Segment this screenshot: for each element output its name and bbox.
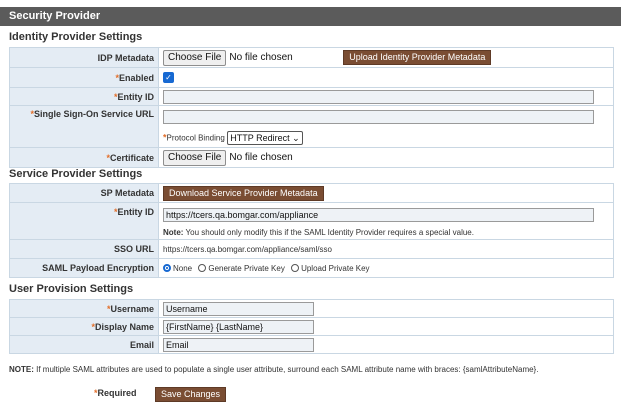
sso-service-url-label: *Single Sign-On Service URL	[9, 105, 159, 148]
certificate-label: *Certificate	[9, 147, 159, 168]
idp-entity-id-label: *Entity ID	[9, 87, 159, 106]
email-label: Email	[9, 335, 159, 354]
sp-entity-id-input[interactable]: https://tcers.qa.bomgar.com/appliance	[163, 207, 594, 222]
encryption-none-label: None	[173, 263, 193, 273]
display-name-input[interactable]: {FirstName} {LastName}	[163, 319, 314, 334]
idp-section-title: Identity Provider Settings	[9, 31, 143, 43]
sp-entity-id-label: *Entity ID	[9, 202, 159, 240]
provision-section-title: User Provision Settings	[9, 283, 134, 295]
enabled-label: *Enabled	[9, 67, 159, 88]
provision-settings-table: *Username Username *Display Name {FirstN…	[9, 299, 614, 354]
window-title: Security Provider	[0, 7, 621, 26]
idp-entity-id-input[interactable]	[163, 89, 594, 104]
save-changes-button[interactable]: Save Changes	[155, 387, 227, 402]
sp-settings-table: SP Metadata Download Service Provider Me…	[9, 183, 614, 278]
username-label: *Username	[9, 299, 159, 318]
sso-service-url-input[interactable]	[163, 109, 594, 124]
certificate-choose-file-button[interactable]: Choose File	[163, 149, 227, 166]
display-name-label: *Display Name	[9, 317, 159, 336]
sp-section-title: Service Provider Settings	[9, 168, 143, 180]
idp-settings-table: IDP Metadata Choose File No file chosen U…	[9, 47, 614, 168]
sso-url-value: https://tcers.qa.bomgar.com/appliance/sa…	[163, 245, 332, 254]
idp-metadata-label: IDP Metadata	[9, 47, 159, 68]
encryption-generate-label: Generate Private Key	[208, 263, 285, 273]
email-input[interactable]: Email	[163, 337, 314, 352]
username-input[interactable]: Username	[163, 301, 314, 316]
protocol-binding-label: Protocol Binding	[166, 132, 225, 142]
idp-metadata-choose-file-button[interactable]: Choose File	[163, 49, 227, 66]
certificate-file-status: No file chosen	[229, 152, 293, 163]
saml-payload-encryption-label: SAML Payload Encryption	[9, 258, 159, 278]
sso-url-label: SSO URL	[9, 239, 159, 259]
protocol-binding-select[interactable]: HTTP Redirect ⌄	[227, 130, 303, 145]
encryption-none-radio[interactable]	[163, 264, 171, 273]
encryption-generate-radio[interactable]	[198, 264, 207, 273]
sp-entity-id-note: Note: You should only modify this if the…	[163, 227, 474, 237]
saml-attribute-note: NOTE: If multiple SAML attributes are us…	[9, 365, 539, 374]
required-legend: *Required	[94, 388, 137, 398]
chevron-down-icon: ⌄	[292, 132, 300, 143]
sp-metadata-label: SP Metadata	[9, 183, 159, 203]
enabled-checkbox[interactable]: ✓	[163, 72, 174, 84]
encryption-upload-label: Upload Private Key	[301, 263, 370, 273]
upload-idp-metadata-button[interactable]: Upload Identity Provider Metadata	[343, 50, 492, 65]
encryption-upload-radio[interactable]	[291, 264, 300, 273]
download-sp-metadata-button[interactable]: Download Service Provider Metadata	[163, 185, 324, 201]
idp-metadata-file-status: No file chosen	[229, 52, 293, 63]
